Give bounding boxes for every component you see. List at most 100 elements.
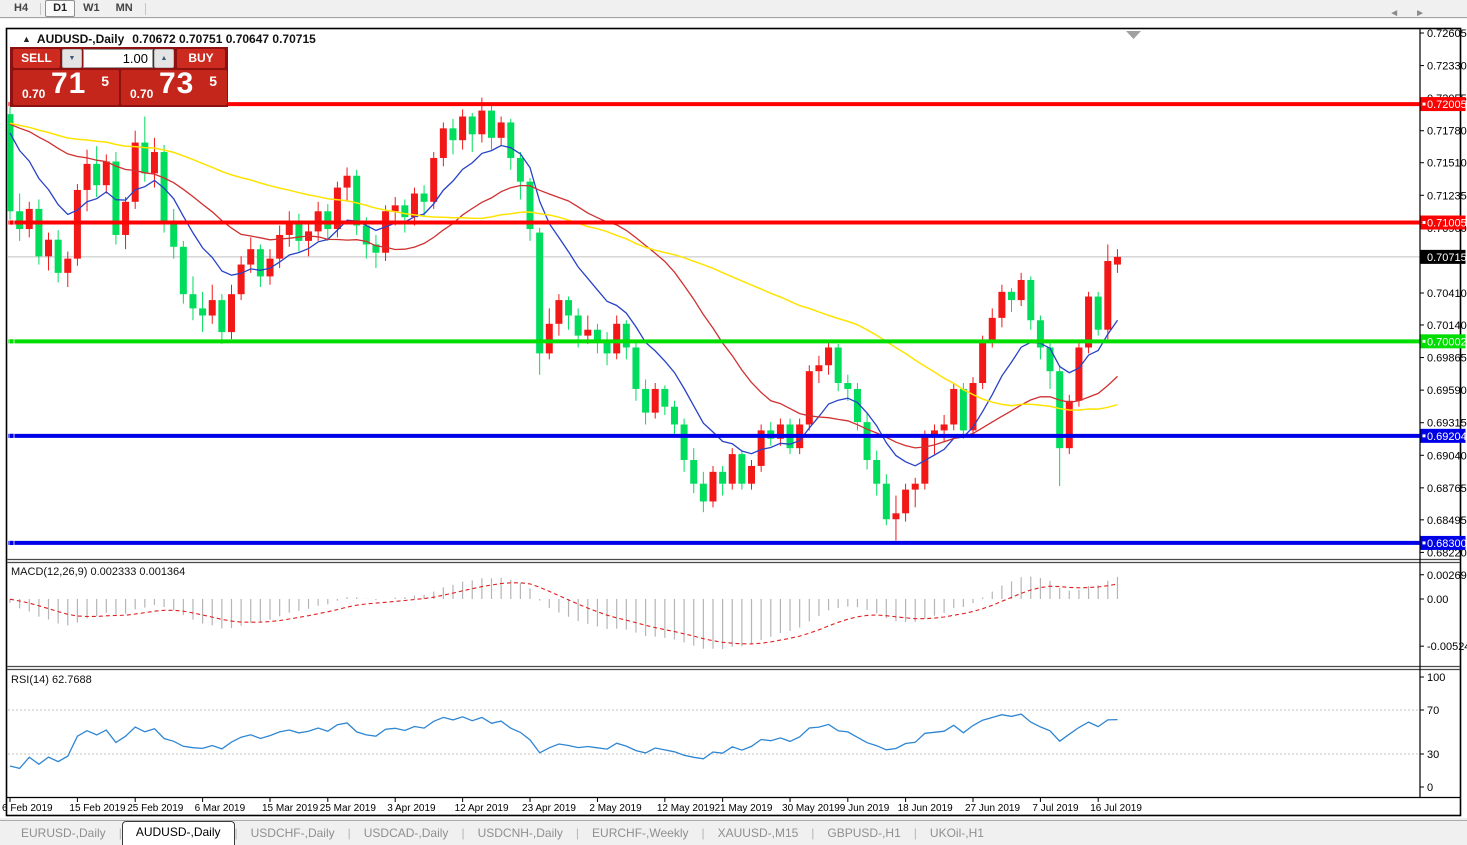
price-axis-label: 0.69590 bbox=[1427, 385, 1467, 397]
price-level-badge: 0.68300 bbox=[1421, 536, 1467, 550]
sell-price-pip: 5 bbox=[101, 73, 109, 89]
price-axis-label: 0.69865 bbox=[1427, 353, 1467, 365]
candle bbox=[758, 424, 765, 471]
macd-axis-label: -0.005242 bbox=[1427, 641, 1467, 653]
chart-tab-audusd-daily[interactable]: AUDUSD-,Daily bbox=[122, 821, 235, 845]
candle bbox=[1085, 292, 1092, 354]
svg-text:0.72005: 0.72005 bbox=[1427, 99, 1467, 111]
price-level-badge: 0.69204 bbox=[1421, 429, 1467, 443]
collapse-trade-panel-icon[interactable]: ▲ bbox=[22, 34, 31, 44]
price-axis-label: 0.71780 bbox=[1427, 126, 1467, 138]
rsi-axis-label: 30 bbox=[1427, 749, 1439, 761]
price-axis-label: 0.70140 bbox=[1427, 320, 1467, 332]
buy-price-pip: 5 bbox=[209, 73, 217, 89]
candle bbox=[35, 199, 42, 264]
chart-title: ▲ AUDUSD-,Daily 0.70672 0.70751 0.70647 0.… bbox=[22, 32, 316, 46]
tab-scroll-left-icon[interactable]: ◄ bbox=[1389, 8, 1415, 19]
time-axis-label: 3 Apr 2019 bbox=[387, 803, 436, 814]
time-axis-label: 21 May 2019 bbox=[715, 803, 773, 814]
time-axis-label: 15 Feb 2019 bbox=[69, 803, 126, 814]
candle bbox=[1066, 395, 1073, 454]
time-axis-label: 6 Feb 2019 bbox=[2, 803, 53, 814]
svg-text:0.68300: 0.68300 bbox=[1427, 538, 1467, 550]
macd-indicator-label: MACD(12,26,9) 0.002333 0.001364 bbox=[11, 566, 185, 578]
chart-canvas[interactable]: 0.726050.723300.720550.717800.715100.712… bbox=[0, 0, 1467, 820]
time-axis-label: 23 Apr 2019 bbox=[522, 803, 576, 814]
time-axis-label: 6 Mar 2019 bbox=[195, 803, 246, 814]
price-level-badge: 0.71005 bbox=[1421, 216, 1467, 230]
time-axis-label: 12 May 2019 bbox=[657, 803, 715, 814]
chart-tab-usdcnh-daily[interactable]: USDCNH-,Daily bbox=[465, 823, 576, 845]
buy-price-box[interactable]: 0.70 73 5 bbox=[121, 70, 227, 105]
buy-price-prefix: 0.70 bbox=[130, 87, 153, 101]
one-click-trade-panel: SELL ▼ ▲ BUY 0.70 71 5 0.70 73 5 bbox=[10, 47, 228, 107]
volume-increase-button[interactable]: ▲ bbox=[154, 49, 174, 68]
candle bbox=[979, 336, 986, 389]
time-axis-label: 18 Jun 2019 bbox=[898, 803, 953, 814]
price-level-badge: 0.70002 bbox=[1421, 334, 1467, 348]
time-axis-label: 30 May 2019 bbox=[782, 803, 840, 814]
svg-text:0.71005: 0.71005 bbox=[1427, 218, 1467, 230]
chart-tab-xauusd-m15[interactable]: XAUUSD-,M15 bbox=[705, 823, 812, 845]
candle bbox=[1095, 292, 1102, 336]
time-axis-label: 25 Feb 2019 bbox=[127, 803, 184, 814]
rsi-axis-label: 100 bbox=[1427, 672, 1445, 684]
price-axis-label: 0.71235 bbox=[1427, 190, 1467, 202]
line-drag-handle[interactable] bbox=[9, 339, 14, 344]
candle bbox=[334, 182, 341, 238]
candle bbox=[950, 383, 957, 430]
chart-tab-ukoil-h1[interactable]: UKOil-,H1 bbox=[917, 823, 997, 845]
candle bbox=[536, 228, 543, 375]
buy-button[interactable]: BUY bbox=[177, 49, 225, 68]
time-axis-label: 9 Jun 2019 bbox=[840, 803, 890, 814]
price-axis-label: 0.68495 bbox=[1427, 515, 1467, 527]
time-axis-label: 25 Mar 2019 bbox=[320, 803, 377, 814]
candle bbox=[382, 205, 389, 261]
mt4-window: H4D1W1MN 0.726050.723300.720550.717800.7… bbox=[0, 0, 1467, 845]
tab-scroll-arrows: ◄► bbox=[1389, 8, 1441, 19]
volume-decrease-button[interactable]: ▼ bbox=[62, 49, 82, 68]
tab-scroll-right-icon[interactable]: ► bbox=[1415, 8, 1441, 19]
price-axis-label: 0.69040 bbox=[1427, 450, 1467, 462]
time-axis-label: 12 Apr 2019 bbox=[455, 803, 509, 814]
rsi-plot-area[interactable] bbox=[7, 671, 1419, 796]
line-drag-handle[interactable] bbox=[9, 433, 14, 438]
rsi-axis-label: 70 bbox=[1427, 705, 1439, 717]
chart-symbol-period: AUDUSD-,Daily bbox=[37, 32, 124, 46]
chart-tab-usdcad-daily[interactable]: USDCAD-,Daily bbox=[351, 823, 462, 845]
price-axis-label: 0.69315 bbox=[1427, 418, 1467, 430]
rsi-axis-label: 0 bbox=[1427, 782, 1433, 794]
chart-tab-eurusd-daily[interactable]: EURUSD-,Daily bbox=[8, 823, 119, 845]
time-axis-label: 27 Jun 2019 bbox=[965, 803, 1020, 814]
current-price-badge: 0.70715 bbox=[1421, 250, 1467, 264]
chart-tab-gbpusd-h1[interactable]: GBPUSD-,H1 bbox=[814, 823, 913, 845]
svg-text:0.69204: 0.69204 bbox=[1427, 431, 1467, 443]
chart-tab-eurchf-weekly[interactable]: EURCHF-,Weekly bbox=[579, 823, 701, 845]
chart-tab-usdchf-daily[interactable]: USDCHF-,Daily bbox=[238, 823, 348, 845]
svg-text:0.70715: 0.70715 bbox=[1427, 252, 1467, 264]
rsi-indicator-label: RSI(14) 62.7688 bbox=[11, 674, 92, 686]
svg-text:0.70002: 0.70002 bbox=[1427, 336, 1467, 348]
sell-button[interactable]: SELL bbox=[13, 49, 60, 68]
price-level-badge: 0.72005 bbox=[1421, 97, 1467, 111]
line-drag-handle[interactable] bbox=[9, 220, 14, 225]
sell-price-box[interactable]: 0.70 71 5 bbox=[13, 70, 119, 105]
candle bbox=[74, 184, 81, 266]
time-axis-label: 15 Mar 2019 bbox=[262, 803, 319, 814]
candle bbox=[729, 448, 736, 489]
price-axis-label: 0.72605 bbox=[1427, 28, 1467, 40]
time-axis-label: 7 Jul 2019 bbox=[1032, 803, 1079, 814]
candle bbox=[7, 105, 14, 223]
chart-ohlc-values: 0.70672 0.70751 0.70647 0.70715 bbox=[132, 32, 316, 46]
sell-price-prefix: 0.70 bbox=[22, 87, 45, 101]
candle bbox=[709, 466, 716, 507]
volume-input[interactable] bbox=[83, 49, 153, 68]
line-drag-handle[interactable] bbox=[9, 540, 14, 545]
price-axis-label: 0.71510 bbox=[1427, 158, 1467, 170]
buy-price-main: 73 bbox=[159, 67, 194, 101]
macd-axis-label: 0.00 bbox=[1427, 594, 1448, 606]
candle bbox=[1075, 342, 1082, 407]
price-axis-label: 0.72330 bbox=[1427, 61, 1467, 73]
chart-tab-bar: EURUSD-,Daily|AUDUSD-,Daily|USDCHF-,Dail… bbox=[0, 820, 1467, 845]
price-axis-label: 0.68765 bbox=[1427, 483, 1467, 495]
